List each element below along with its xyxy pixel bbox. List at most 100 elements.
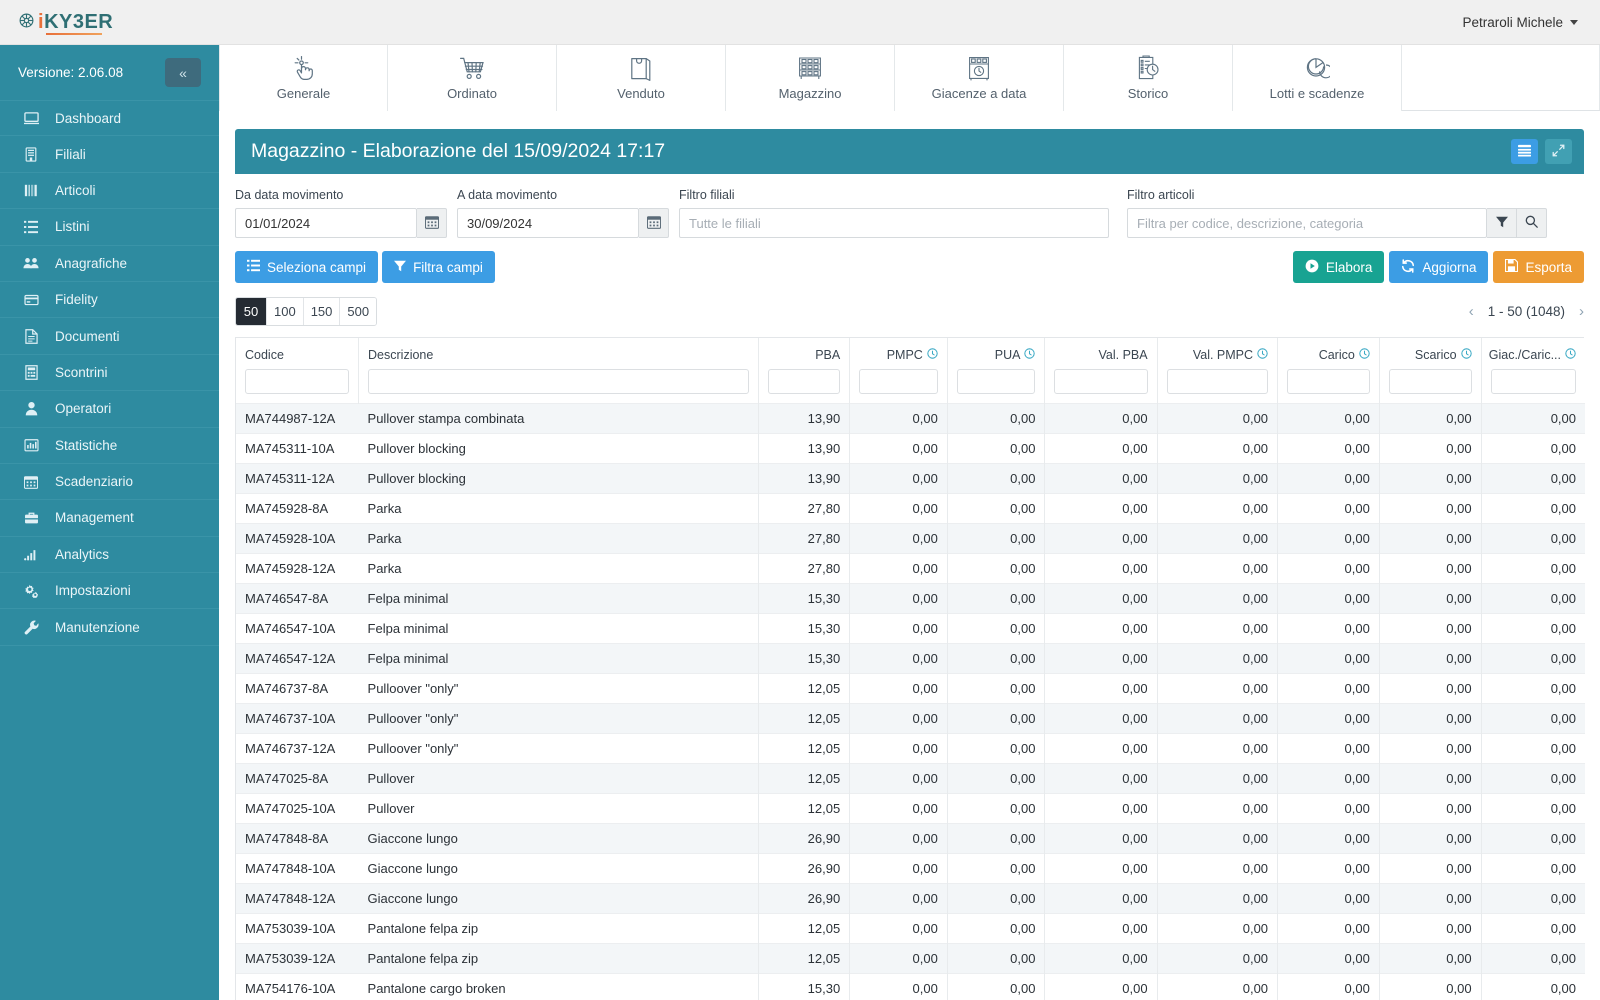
column-header-val-pba[interactable]: Val. PBA xyxy=(1044,338,1158,369)
column-header-pua[interactable]: PUA xyxy=(947,338,1046,369)
sidebar-item-filiali[interactable]: Filiali xyxy=(0,136,219,173)
table-row[interactable]: MA747025-10A Pullover 12,05 0,00 0,00 0,00 0,0… xyxy=(236,793,1585,824)
table-row[interactable]: MA744987-12A Pullover stampa combinata 13,… xyxy=(236,403,1585,434)
tab-venduto[interactable]: Venduto xyxy=(557,45,726,111)
article-filter-search-button[interactable] xyxy=(1517,208,1547,238)
table-row[interactable]: MA746547-8A Felpa minimal 15,30 0,00 0,00 0,0… xyxy=(236,583,1585,614)
sidebar-item-manutenzione[interactable]: Manutenzione xyxy=(0,609,219,646)
table-row[interactable]: MA753039-10A Pantalone felpa zip 12,05 0,00… xyxy=(236,913,1585,944)
tab-label: Venduto xyxy=(617,86,665,101)
column-filter-input-codice[interactable] xyxy=(245,369,350,394)
cell-pmpc: 0,00 xyxy=(849,553,948,584)
table-row[interactable]: MA745311-12A Pullover blocking 13,90 0,00 0,… xyxy=(236,463,1585,494)
sidebar-item-articoli[interactable]: Articoli xyxy=(0,173,219,210)
article-filter-input[interactable] xyxy=(1127,208,1487,238)
column-filter-input-giac-caric-[interactable] xyxy=(1490,369,1576,394)
table-row[interactable]: MA745928-10A Parka 27,80 0,00 0,00 0,00 0,00 0,… xyxy=(236,523,1585,554)
select-fields-button[interactable]: Seleziona campi xyxy=(235,251,379,283)
sidebar-item-label: Listini xyxy=(55,219,90,235)
play-circle-icon xyxy=(1305,259,1319,276)
column-header-codice[interactable]: Codice xyxy=(236,338,360,369)
tab-generale[interactable]: Generale xyxy=(219,45,388,111)
table-row[interactable]: MA747848-10A Giaccone lungo 26,90 0,00 0,00 0… xyxy=(236,853,1585,884)
sidebar-item-anagrafiche[interactable]: Anagrafiche xyxy=(0,246,219,282)
info-icon[interactable] xyxy=(1257,347,1268,362)
table-row[interactable]: MA754176-10A Pantalone cargo broken 15,30 0… xyxy=(236,973,1585,1000)
sidebar-item-fidelity[interactable]: Fidelity xyxy=(0,282,219,319)
page-size-option-150[interactable]: 150 xyxy=(303,298,341,325)
tab-ordinato[interactable]: Ordinato xyxy=(388,45,557,111)
column-header-carico[interactable]: Carico xyxy=(1277,338,1380,369)
column-filter-input-descrizione[interactable] xyxy=(368,369,749,394)
column-header-pba[interactable]: PBA xyxy=(758,338,851,369)
info-icon[interactable] xyxy=(1565,347,1576,362)
column-header-descrizione[interactable]: Descrizione xyxy=(358,338,759,369)
cell-carico: 0,00 xyxy=(1277,913,1380,944)
column-header-giac-caric-[interactable]: Giac./Caric... xyxy=(1481,338,1585,369)
article-filter-funnel-button[interactable] xyxy=(1487,208,1517,238)
date-to-calendar-button[interactable] xyxy=(639,208,669,238)
table-view-button[interactable] xyxy=(1511,139,1538,164)
table-row[interactable]: MA745928-8A Parka 27,80 0,00 0,00 0,00 0,00 0,0… xyxy=(236,493,1585,524)
date-to-input[interactable] xyxy=(457,208,639,238)
table-row[interactable]: MA745311-10A Pullover blocking 13,90 0,00 0,… xyxy=(236,433,1585,464)
column-filter-input-scarico[interactable] xyxy=(1388,369,1472,394)
sidebar-item-management[interactable]: Management xyxy=(0,500,219,537)
info-icon[interactable] xyxy=(1460,347,1472,362)
sidebar-item-analytics[interactable]: Analytics xyxy=(0,537,219,574)
column-header-pmpc[interactable]: PMPC xyxy=(849,338,948,369)
column-filter-input-pba[interactable] xyxy=(767,369,841,394)
table-row[interactable]: MA747025-8A Pullover 12,05 0,00 0,00 0,00 0,00… xyxy=(236,763,1585,794)
tab-lotti-e-scadenze[interactable]: Lotti e scadenze xyxy=(1233,45,1402,111)
table-row[interactable]: MA745928-12A Parka 27,80 0,00 0,00 0,00 0,00 0,… xyxy=(236,553,1585,584)
chevron-left-icon[interactable]: ‹ xyxy=(1469,303,1474,320)
chevron-right-icon[interactable]: › xyxy=(1579,303,1584,320)
page-size-option-100[interactable]: 100 xyxy=(267,298,304,325)
info-icon[interactable] xyxy=(927,347,938,362)
cell-carico: 0,00 xyxy=(1277,403,1380,434)
refresh-button[interactable]: Aggiorna xyxy=(1389,251,1489,283)
sidebar-item-statistiche[interactable]: Statistiche xyxy=(0,428,219,464)
page-size-option-50[interactable]: 50 xyxy=(236,298,267,325)
table-row[interactable]: MA753039-12A Pantalone felpa zip 12,05 0,00… xyxy=(236,943,1585,974)
column-filter-input-val-pmpc[interactable] xyxy=(1166,369,1269,394)
tab-giacenze-a-data[interactable]: Giacenze a data xyxy=(895,45,1064,111)
table-row[interactable]: MA746547-12A Felpa minimal 15,30 0,00 0,00 0,… xyxy=(236,643,1585,674)
sidebar-collapse-button[interactable]: « xyxy=(165,58,201,87)
date-from-input[interactable] xyxy=(235,208,417,238)
info-icon[interactable] xyxy=(1024,347,1036,362)
table-row[interactable]: MA746547-10A Felpa minimal 15,30 0,00 0,00 0,… xyxy=(236,613,1585,644)
branch-filter-input[interactable] xyxy=(679,208,1109,238)
page-size-option-500[interactable]: 500 xyxy=(340,298,377,325)
column-header-val-pmpc[interactable]: Val. PMPC xyxy=(1157,338,1279,369)
user-menu[interactable]: Petraroli Michele xyxy=(1462,15,1600,30)
date-from-calendar-button[interactable] xyxy=(417,208,447,238)
table-row[interactable]: MA746737-12A Pulloover "only" 12,05 0,00 0,0… xyxy=(236,733,1585,764)
sidebar-item-operatori[interactable]: Operatori xyxy=(0,391,219,428)
cell-pua: 0,00 xyxy=(946,493,1045,524)
info-icon[interactable] xyxy=(1359,347,1370,362)
tab-storico[interactable]: Storico xyxy=(1064,45,1233,111)
sidebar-item-label: Analytics xyxy=(55,546,110,562)
sidebar-item-scontrini[interactable]: Scontrini xyxy=(0,355,219,392)
process-button[interactable]: Elabora xyxy=(1292,251,1385,283)
tab-magazzino[interactable]: Magazzino xyxy=(726,45,895,111)
sidebar-item-dashboard[interactable]: Dashboard xyxy=(0,100,219,137)
table-row[interactable]: MA746737-8A Pulloover "only" 12,05 0,00 0,00… xyxy=(236,673,1585,704)
table-row[interactable]: MA746737-10A Pulloover "only" 12,05 0,00 0,0… xyxy=(236,703,1585,734)
column-filter-input-val-pba[interactable] xyxy=(1054,369,1148,394)
table-row[interactable]: MA747848-12A Giaccone lungo 26,90 0,00 0,00 0… xyxy=(236,883,1585,914)
column-filter-input-carico[interactable] xyxy=(1287,369,1370,394)
sidebar-item-listini[interactable]: Listini xyxy=(0,209,219,246)
filter-fields-button[interactable]: Filtra campi xyxy=(382,251,495,283)
table-row[interactable]: MA747848-8A Giaccone lungo 26,90 0,00 0,00 0,… xyxy=(236,823,1585,854)
expand-button[interactable] xyxy=(1545,139,1572,164)
sidebar-item-scadenziario[interactable]: Scadenziario xyxy=(0,464,219,501)
column-filter-input-pua[interactable] xyxy=(956,369,1036,394)
users-icon xyxy=(22,256,40,270)
column-header-scarico[interactable]: Scarico xyxy=(1379,338,1482,369)
export-button[interactable]: Esporta xyxy=(1493,251,1584,283)
column-filter-input-pmpc[interactable] xyxy=(859,369,938,394)
sidebar-item-documenti[interactable]: Documenti xyxy=(0,318,219,355)
sidebar-item-impostazioni[interactable]: Impostazioni xyxy=(0,573,219,610)
